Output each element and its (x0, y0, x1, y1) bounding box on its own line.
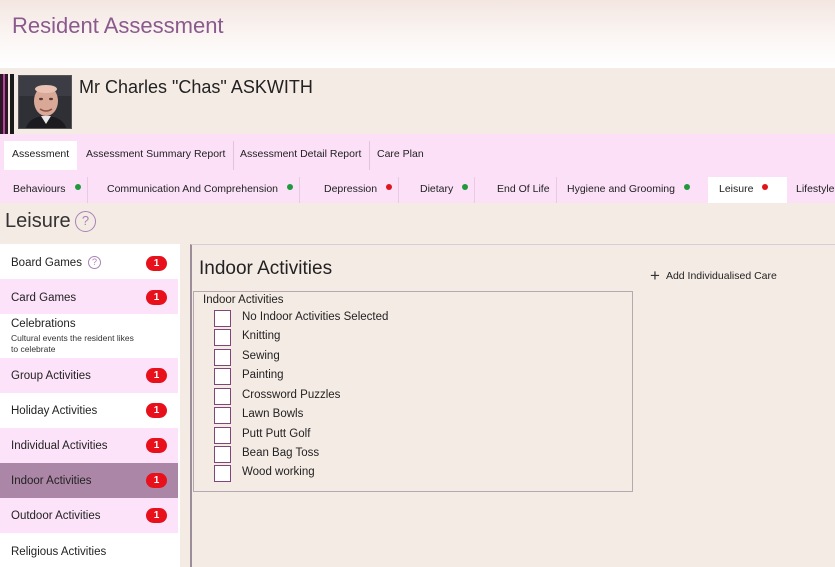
checkbox[interactable] (214, 368, 231, 385)
category-label: Celebrations (11, 318, 76, 330)
checkbox[interactable] (214, 446, 231, 463)
tab-hygiene-and-grooming[interactable]: Hygiene and Grooming (561, 177, 696, 203)
category-board-games[interactable]: Board Games? 1 (0, 244, 178, 279)
resident-color-stripe (0, 74, 14, 134)
checkbox[interactable] (214, 465, 231, 482)
tab-end-of-life[interactable]: End Of Life (491, 177, 557, 203)
option-label: Sewing (242, 350, 280, 362)
category-individual-activities[interactable]: Individual Activities 1 (0, 428, 178, 463)
tab-dietary[interactable]: Dietary (414, 177, 476, 203)
checkbox[interactable] (214, 388, 231, 405)
status-badge: 1 (146, 368, 167, 383)
category-celebrations[interactable]: Celebrations Cultural events the residen… (0, 314, 178, 358)
category-label: Individual Activities (11, 440, 108, 452)
tab-communication-and-comprehension[interactable]: Communication And Comprehension (101, 177, 301, 203)
status-badge: 1 (146, 256, 167, 271)
category-label: Board Games (11, 257, 82, 269)
category-list: Board Games? 1 Card Games 1 Celebrations… (0, 244, 180, 567)
option-label: Painting (242, 369, 284, 381)
help-icon[interactable]: ? (75, 211, 96, 232)
checkbox[interactable] (214, 329, 231, 346)
checkbox[interactable] (214, 310, 231, 327)
category-religious-activities[interactable]: Religious Activities (0, 533, 178, 567)
category-label: Group Activities (11, 370, 91, 382)
tab-label: Leisure (719, 183, 754, 195)
tab-leisure[interactable]: Leisure (708, 177, 787, 203)
option-label: Wood working (242, 466, 315, 478)
checkbox[interactable] (214, 349, 231, 366)
status-badge: 1 (146, 438, 167, 453)
category-description: Cultural events the resident likes to ce… (11, 333, 134, 354)
panel-title: Indoor Activities (199, 258, 333, 279)
plus-icon: + (650, 266, 660, 285)
activities-group-label: Indoor Activities (203, 294, 284, 306)
resident-name: Mr Charles "Chas" ASKWITH (79, 77, 313, 97)
status-badge: 1 (146, 290, 167, 305)
tab-care-plan[interactable]: Care Plan (369, 141, 432, 170)
app-title: Resident Assessment (12, 13, 224, 38)
category-label: Outdoor Activities (11, 510, 101, 522)
category-label: Indoor Activities (11, 475, 92, 487)
category-label: Card Games (11, 292, 77, 304)
sub-tab-bar: Behaviours Communication And Comprehensi… (0, 170, 835, 203)
app-header: Resident Assessment (0, 0, 835, 68)
category-label: Religious Activities (11, 546, 107, 558)
category-label: Holiday Activities (11, 405, 98, 417)
tab-assessment-detail-report[interactable]: Assessment Detail Report (232, 141, 371, 170)
status-dot-icon (683, 184, 690, 190)
add-individualised-care-button[interactable]: + Add Individualised Care (650, 264, 777, 285)
checkbox[interactable] (214, 407, 231, 424)
tab-assessment[interactable]: Assessment (4, 141, 78, 170)
resident-bar: Mr Charles "Chas" ASKWITH (0, 68, 835, 134)
tab-assessment-summary-report[interactable]: Assessment Summary Report (78, 141, 235, 170)
tab-label: Lifestyle (796, 183, 835, 195)
category-outdoor-activities[interactable]: Outdoor Activities 1 (0, 498, 178, 533)
section-title: Leisure (5, 210, 71, 232)
tab-behaviours[interactable]: Behaviours (7, 177, 88, 203)
category-group-activities[interactable]: Group Activities 1 (0, 358, 178, 393)
tab-label: Behaviours (13, 183, 66, 195)
panel-divider (180, 244, 190, 567)
option-label: Putt Putt Golf (242, 428, 311, 440)
tab-label: Hygiene and Grooming (567, 183, 675, 195)
status-dot-icon (74, 184, 81, 190)
checkbox[interactable] (214, 427, 231, 444)
status-badge: 1 (146, 473, 167, 488)
tab-label: Dietary (420, 183, 454, 195)
status-badge: 1 (146, 403, 167, 418)
category-card-games[interactable]: Card Games 1 (0, 279, 178, 314)
add-button-label: Add Individualised Care (665, 270, 777, 282)
category-indoor-activities[interactable]: Indoor Activities 1 (0, 463, 178, 498)
status-dot-icon (762, 184, 769, 190)
status-dot-icon (386, 184, 393, 190)
help-icon[interactable]: ? (87, 256, 101, 269)
option-label: Lawn Bowls (242, 408, 304, 420)
avatar (18, 75, 72, 129)
tab-lifestyle[interactable]: Lifestyle (790, 177, 835, 203)
status-dot-icon (462, 184, 469, 190)
option-label: Bean Bag Toss (242, 447, 320, 459)
tab-depression[interactable]: Depression (318, 177, 400, 203)
category-holiday-activities[interactable]: Holiday Activities 1 (0, 393, 178, 428)
main-tab-bar: Assessment Assessment Summary Report Ass… (0, 134, 835, 170)
option-label: No Indoor Activities Selected (242, 311, 389, 323)
tab-label: Depression (324, 183, 378, 195)
option-label: Crossword Puzzles (242, 389, 341, 401)
tab-label: Communication And Comprehension (107, 183, 279, 195)
status-dot-icon (287, 184, 294, 190)
status-badge: 1 (146, 508, 167, 523)
tab-label: End Of Life (497, 183, 550, 195)
option-label: Knitting (242, 330, 281, 342)
